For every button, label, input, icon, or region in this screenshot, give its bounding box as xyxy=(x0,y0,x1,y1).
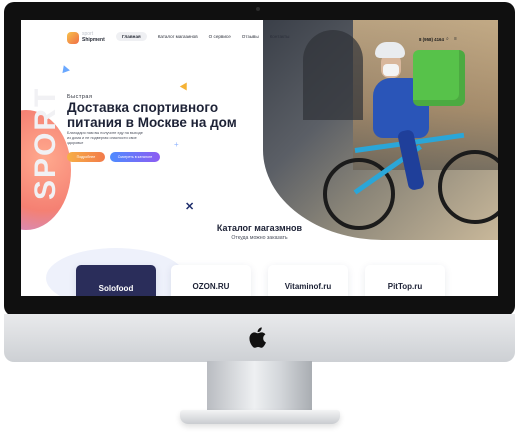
hero-description: Благодаря нам вы получите еду на выходе … xyxy=(67,131,143,145)
plus-decoration: + xyxy=(174,140,179,149)
store-card-ozon[interactable]: OZON.RU xyxy=(171,265,251,296)
nav-item-home[interactable]: Главная xyxy=(116,32,147,41)
cross-decoration: ✕ xyxy=(185,201,195,213)
store-name: Vitaminof.ru xyxy=(284,282,332,291)
camera-icon xyxy=(256,7,260,11)
nav-item-reviews[interactable]: Отзывы xyxy=(242,34,259,41)
store-name: Solofood xyxy=(98,284,134,293)
nav-item-about[interactable]: О сервисе xyxy=(209,34,231,41)
triangle-decoration xyxy=(60,63,70,74)
courier-mask xyxy=(383,64,399,76)
logo-badge-icon[interactable] xyxy=(67,32,79,44)
nav-item-catalog[interactable]: Каталог магазинов xyxy=(158,34,198,41)
vertical-sport-text: SPORT xyxy=(29,86,62,200)
apple-logo-icon xyxy=(249,327,266,348)
nav-item-contacts[interactable]: Контакты xyxy=(270,34,290,41)
site-header: sport Shipment Главная Каталог магазинов… xyxy=(21,20,498,60)
triangle-decoration xyxy=(179,80,191,91)
catalog-title: Каталог магазмнов xyxy=(216,223,303,233)
monitor-stand-foot xyxy=(180,410,340,424)
store-card-vitaminof[interactable]: Vitaminof.ru xyxy=(268,265,348,296)
catalog-button[interactable]: Смотреть в каталоге xyxy=(110,152,160,162)
main-nav: Главная Каталог магазинов О сервисе Отзы… xyxy=(116,32,300,41)
store-name: PitTop.ru xyxy=(387,282,423,291)
phone-number[interactable]: 8 (958) 4164 xyxy=(419,37,444,42)
store-card-pittop[interactable]: PitTop.ru xyxy=(365,265,445,296)
logo-bottom-text[interactable]: Shipment xyxy=(82,37,105,43)
bike-rear-wheel xyxy=(438,150,498,224)
hero-title: Доставка спортивного питания в Москве на… xyxy=(67,100,237,130)
store-name: OZON.RU xyxy=(192,282,230,291)
monitor-stand-neck xyxy=(207,361,312,413)
store-card-solofood[interactable]: Solofood xyxy=(76,265,156,296)
menu-icon[interactable]: ≡ xyxy=(454,36,457,42)
catalog-subtitle: Откуда можно заказать xyxy=(231,235,288,241)
more-button[interactable]: Подробнее xyxy=(67,152,105,162)
search-icon[interactable]: ⌕ xyxy=(446,36,449,42)
website-screen: SPORT + ✕ sport Shipment Главная Каталог… xyxy=(21,20,498,296)
